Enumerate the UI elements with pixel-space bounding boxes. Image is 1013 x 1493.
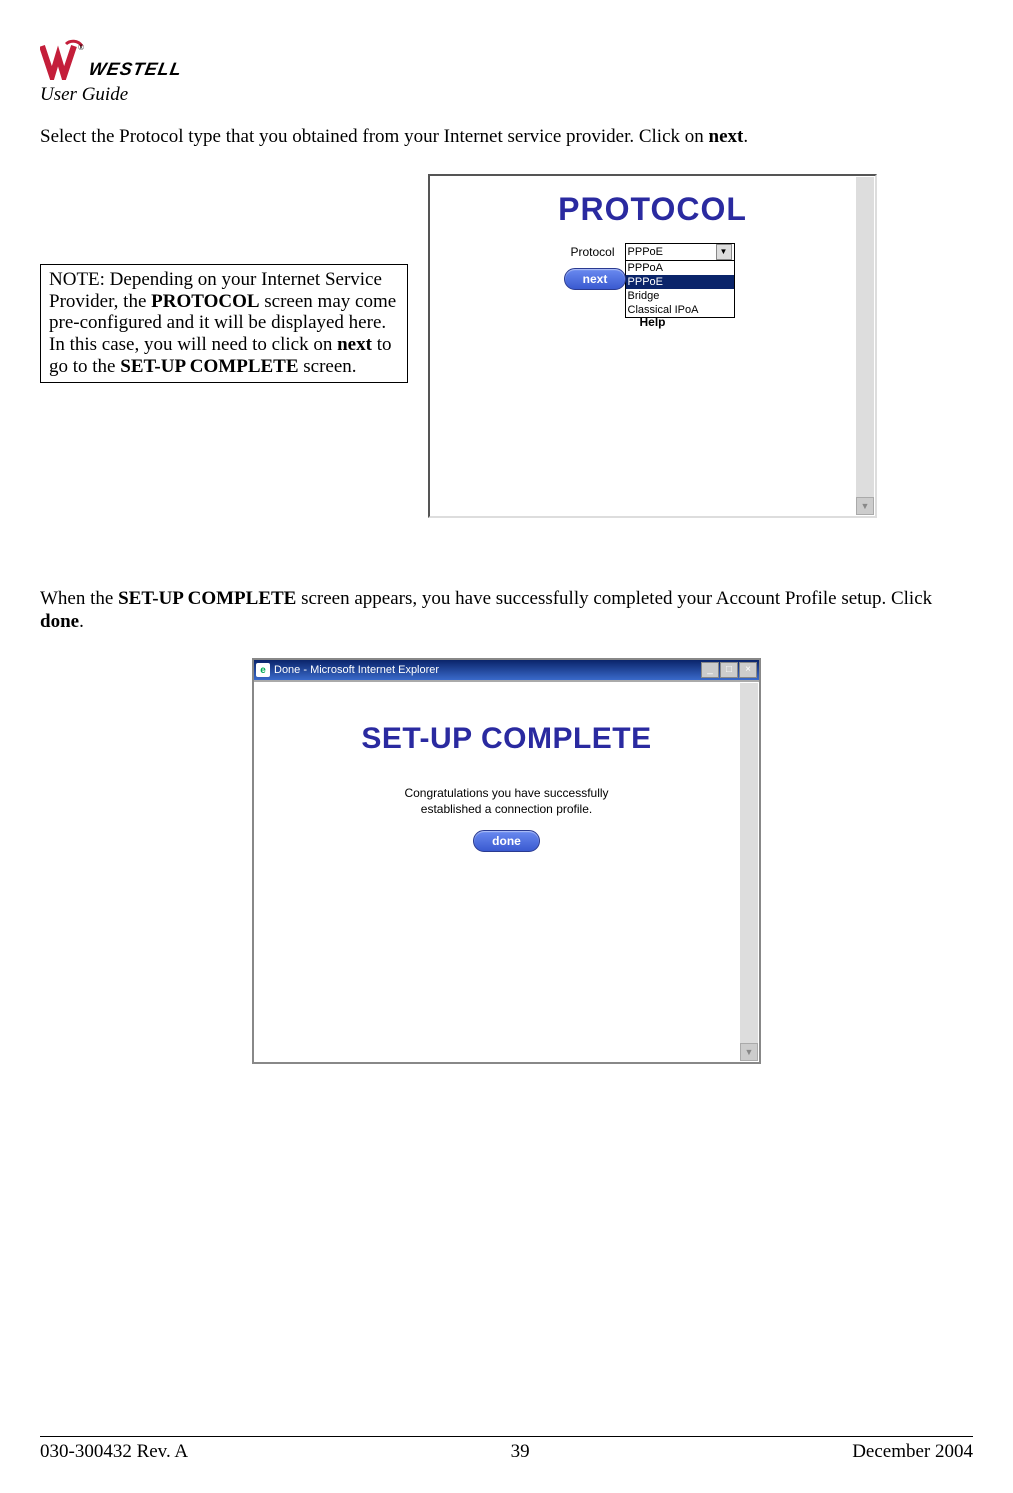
close-button[interactable]: × — [739, 662, 757, 678]
para1-pre: Select the Protocol type that you obtain… — [40, 126, 709, 147]
ie-window-title: Done - Microsoft Internet Explorer — [274, 664, 439, 676]
ie-window: e Done - Microsoft Internet Explorer _ □… — [252, 658, 761, 1064]
para2-pre: When the — [40, 588, 118, 609]
footer-right: December 2004 — [852, 1441, 973, 1463]
congrats-text: Congratulations you have successfully es… — [254, 786, 759, 817]
para1-bold: next — [709, 126, 744, 147]
paragraph-2: When the SET-UP COMPLETE screen appears,… — [40, 588, 973, 634]
page-footer: 030-300432 Rev. A 39 December 2004 — [40, 1436, 973, 1463]
congrats-line1: Congratulations you have successfully — [404, 786, 608, 800]
protocol-option[interactable]: PPPoA — [626, 261, 734, 275]
footer-left: 030-300432 Rev. A — [40, 1441, 188, 1463]
note-b2: next — [337, 334, 372, 355]
protocol-options-list: PPPoA PPPoE Bridge Classical IPoA — [625, 261, 735, 318]
para1-post: . — [743, 126, 748, 147]
svg-text:®: ® — [78, 43, 84, 52]
next-button[interactable]: next — [564, 268, 627, 290]
vertical-scrollbar[interactable]: ▼ — [856, 177, 874, 515]
ie-app-icon: e — [256, 663, 270, 677]
done-button[interactable]: done — [473, 830, 540, 852]
protocol-option[interactable]: Bridge — [626, 289, 734, 303]
para2-mid: screen appears, you have successfully co… — [296, 588, 932, 609]
protocol-heading: PROTOCOL — [430, 191, 875, 228]
note-post: screen. — [299, 356, 357, 377]
congrats-line2: established a connection profile. — [421, 802, 592, 816]
protocol-select[interactable]: PPPoE ▼ PPPoA PPPoE Bridge Classical IPo… — [625, 243, 735, 318]
para2-post: . — [79, 611, 84, 632]
vertical-scrollbar[interactable]: ▼ — [740, 683, 758, 1061]
protocol-selected: PPPoE — [628, 246, 663, 258]
footer-page-number: 39 — [511, 1441, 530, 1463]
maximize-button[interactable]: □ — [720, 662, 738, 678]
paragraph-1: Select the Protocol type that you obtain… — [40, 126, 973, 149]
scroll-down-icon[interactable]: ▼ — [740, 1043, 758, 1061]
protocol-screenshot: PROTOCOL Protocol PPPoE ▼ PPPoA PPPoE Br… — [428, 174, 877, 518]
protocol-label: Protocol — [570, 243, 614, 259]
logo-mark-icon: ® — [40, 38, 85, 80]
chevron-down-icon[interactable]: ▼ — [716, 244, 732, 260]
brand-text: WESTELL — [87, 59, 184, 80]
help-link[interactable]: Help — [639, 315, 665, 329]
brand-logo: ® WESTELL — [40, 30, 973, 80]
minimize-button[interactable]: _ — [701, 662, 719, 678]
scroll-down-icon[interactable]: ▼ — [856, 497, 874, 515]
protocol-option[interactable]: PPPoE — [626, 275, 734, 289]
note-b1: PROTOCOL — [151, 291, 259, 312]
para2-b1: SET-UP COMPLETE — [118, 588, 296, 609]
doc-subtitle: User Guide — [40, 84, 973, 106]
ie-titlebar: e Done - Microsoft Internet Explorer _ □… — [254, 660, 759, 680]
note-b3: SET-UP COMPLETE — [120, 356, 298, 377]
setup-complete-heading: SET-UP COMPLETE — [254, 682, 759, 756]
para2-b2: done — [40, 611, 79, 632]
